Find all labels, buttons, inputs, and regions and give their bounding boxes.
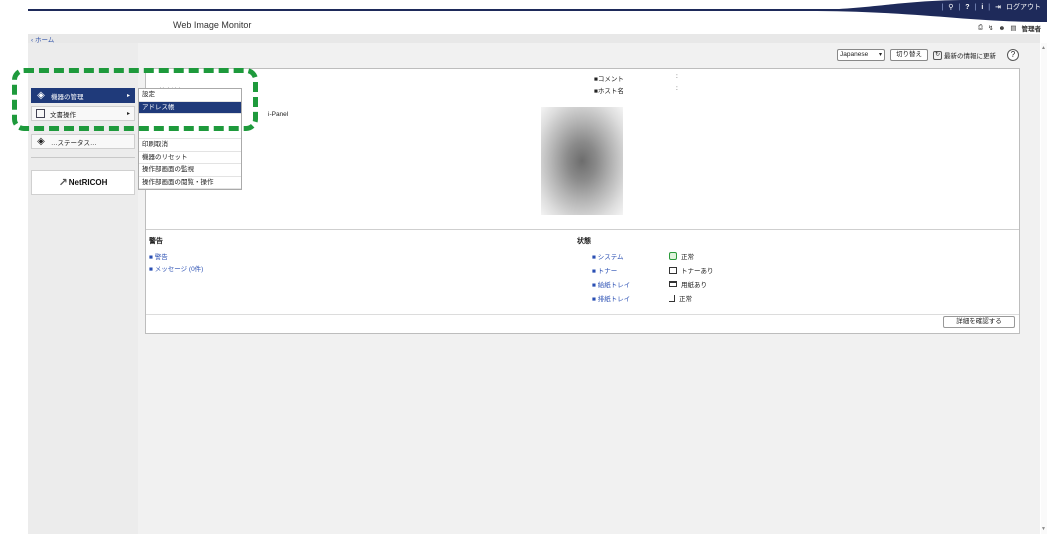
- sidebar-item-status[interactable]: ◈ …ステータス…: [31, 134, 135, 149]
- sub-links: ⎙ ↯ ☻ ▤ 管理者: [978, 23, 1041, 33]
- status-toner-label[interactable]: ■ トナー: [592, 265, 617, 275]
- sidebar-item-label: 文書操作: [50, 111, 76, 119]
- role-label: 管理者: [1021, 26, 1042, 33]
- host-value: :: [676, 85, 678, 92]
- submenu-item-operate-panel[interactable]: 操作部画面の閲覧・操作: [139, 177, 241, 189]
- sidebar-item-label: 機器の管理: [51, 93, 84, 101]
- help-icon[interactable]: ?: [1007, 49, 1019, 61]
- main-content: Japanese ▾ 切り替え ↻ 最新の情報に更新 ? …基本情報 i-Pan…: [138, 43, 1040, 534]
- logout-icon[interactable]: ⇥: [995, 3, 1001, 11]
- scrollbar[interactable]: ▲ ▼: [1041, 43, 1047, 534]
- chevron-right-icon: ▸: [126, 93, 130, 99]
- refresh-label: 最新の情報に更新: [944, 53, 996, 60]
- status-system-value: 正常: [669, 251, 694, 261]
- netricoh-logo[interactable]: ↗ NetRICOH: [31, 170, 135, 195]
- chevron-down-icon: ▾: [878, 52, 882, 58]
- submenu-item-hidden[interactable]: [139, 114, 241, 139]
- device-image: [541, 107, 623, 215]
- network-icon[interactable]: ↯: [988, 24, 993, 32]
- switch-language-button[interactable]: 切り替え: [890, 49, 928, 61]
- breadcrumb: ‹ ホーム: [28, 34, 1040, 44]
- status-toner-value: トナーあり: [669, 265, 714, 275]
- status-system-label[interactable]: ■ システム: [592, 251, 624, 261]
- sidebar-item-device-management[interactable]: ◈ 機器の管理 ▸: [31, 88, 135, 103]
- app-title: Web Image Monitor: [173, 20, 252, 30]
- submenu-item-cancel-print[interactable]: 印刷取消: [139, 139, 241, 152]
- status-input-tray-value: 用紙あり: [669, 279, 707, 289]
- top-links: | ⚲ | ? | i | ⇥ ログアウト: [941, 2, 1041, 12]
- help-icon[interactable]: ?: [965, 4, 969, 11]
- device-management-submenu: 設定 アドレス帳 印刷取消 機器のリセット 操作部画面の監視 操作部画面の閲覧・…: [138, 88, 242, 190]
- device-status-panel: …基本情報 i-Panel ■コメント : ■ホスト名 : 警告 ■ 警告 ■ …: [145, 68, 1020, 334]
- message-link[interactable]: ■ メッセージ (0件): [149, 263, 203, 273]
- scroll-down-icon[interactable]: ▼: [1041, 526, 1046, 532]
- alerts-title: 警告: [149, 238, 163, 245]
- panel-type-label: i-Panel: [268, 111, 289, 118]
- scroll-up-icon[interactable]: ▲: [1041, 45, 1046, 51]
- diamond-icon: ◈: [37, 90, 45, 101]
- header-line: [28, 9, 858, 11]
- chevron-right-icon: ▸: [126, 111, 130, 117]
- list-icon[interactable]: ▤: [1010, 24, 1016, 32]
- printer-icon[interactable]: ⎙: [978, 24, 983, 32]
- submenu-item-reset-device[interactable]: 機器のリセット: [139, 152, 241, 164]
- logo-text: NetRICOH: [68, 178, 108, 187]
- refresh-button[interactable]: ↻ 最新の情報に更新: [933, 50, 996, 60]
- paper-tray-icon: [669, 281, 677, 287]
- status-ok-icon: [669, 252, 677, 260]
- status-input-tray-label[interactable]: ■ 給紙トレイ: [592, 279, 630, 289]
- view-details-button[interactable]: 詳細を確認する: [943, 316, 1015, 328]
- status-output-tray-label[interactable]: ■ 排紙トレイ: [592, 293, 630, 303]
- swoosh-icon: ↗: [58, 177, 68, 189]
- document-icon: [36, 109, 45, 118]
- sidebar: ◈ 機器の管理 ▸ 文書操作 ▸ ◈ …ステータス… ↗ NetRICOH: [28, 43, 138, 534]
- toner-icon: [669, 266, 677, 274]
- search-icon[interactable]: ⚲: [948, 3, 953, 11]
- status-output-tray-value: 正常: [669, 293, 692, 303]
- language-select[interactable]: Japanese ▾: [837, 49, 885, 61]
- comment-label: ■コメント: [594, 76, 624, 83]
- diamond-icon: ◈: [37, 136, 45, 147]
- logout-link[interactable]: ログアウト: [1006, 2, 1041, 12]
- host-label: ■ホスト名: [594, 88, 624, 95]
- user-icon[interactable]: ☻: [999, 25, 1006, 32]
- submenu-item-monitor-panel[interactable]: 操作部画面の監視: [139, 164, 241, 177]
- alert-link[interactable]: ■ 警告: [149, 251, 168, 261]
- comment-value: :: [676, 73, 678, 80]
- info-icon[interactable]: i: [981, 4, 983, 11]
- sidebar-item-document-operations[interactable]: 文書操作 ▸: [31, 106, 135, 121]
- output-tray-icon: [669, 294, 675, 302]
- submenu-item-settings[interactable]: 設定: [139, 89, 241, 102]
- panel-footer-divider: [146, 314, 1019, 315]
- refresh-icon: ↻: [933, 50, 942, 60]
- status-title: 状態: [577, 238, 591, 245]
- submenu-item-address-book[interactable]: アドレス帳: [139, 101, 241, 114]
- sidebar-item-label: …ステータス…: [51, 139, 97, 147]
- sidebar-divider: [31, 157, 135, 158]
- panel-divider: [146, 229, 1019, 230]
